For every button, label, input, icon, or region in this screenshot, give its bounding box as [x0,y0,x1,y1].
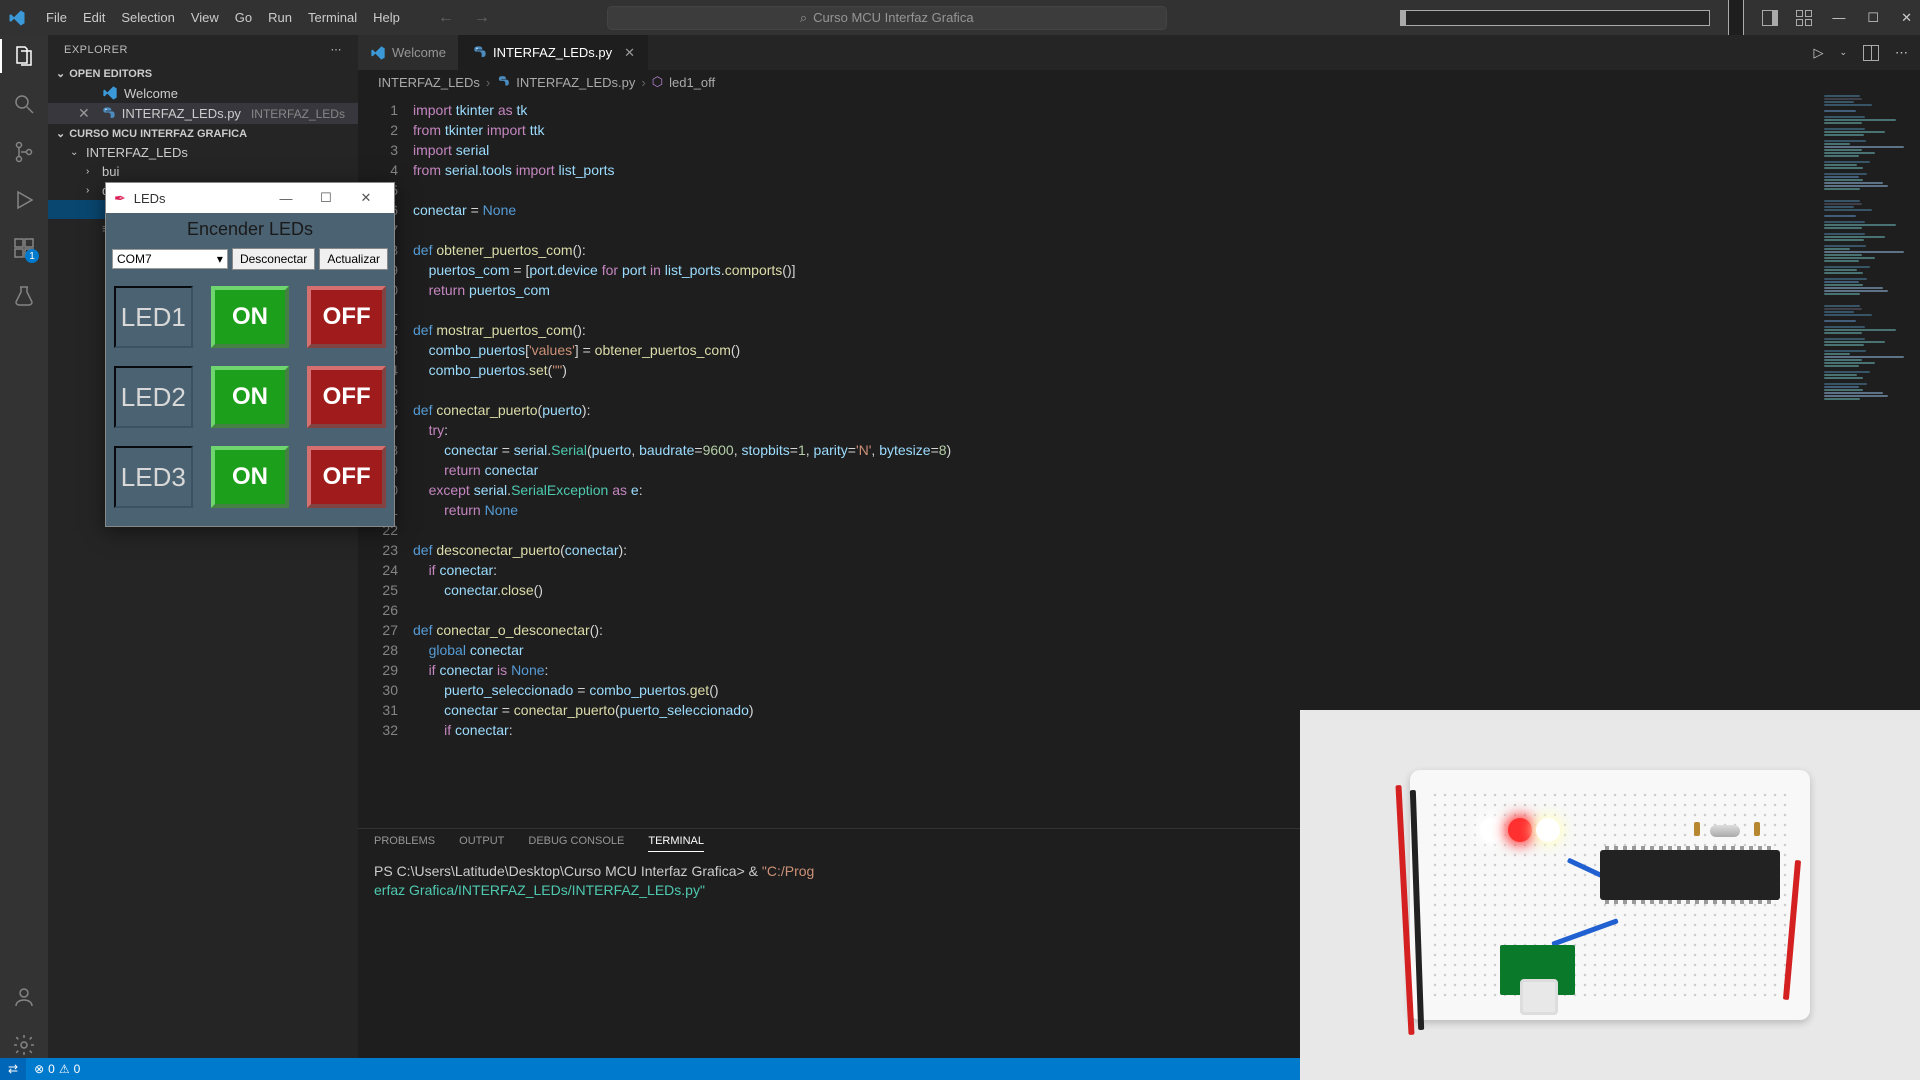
menu-terminal[interactable]: Terminal [300,6,365,29]
pic-microcontroller [1600,850,1780,900]
open-editor-file[interactable]: ✕ INTERFAZ_LEDs.py INTERFAZ_LEDs [48,103,358,124]
menu-edit[interactable]: Edit [75,6,113,29]
search-icon: ⌕ [800,10,807,26]
title-bar: File Edit Selection View Go Run Terminal… [0,0,1920,35]
symbol-icon: ⬡ [652,74,663,90]
hardware-led1 [1480,818,1504,842]
vscode-file-icon [370,45,386,61]
window-close-icon[interactable]: ✕ [1901,10,1912,26]
explorer-more-icon[interactable]: ⋯ [331,43,343,56]
status-problems[interactable]: ⊗0 ⚠0 [26,1062,88,1076]
tk-maximize-icon[interactable]: ☐ [306,190,346,206]
led2-label: LED2 [114,366,193,428]
tkinter-window[interactable]: ✒ LEDs — ☐ ✕ Encender LEDs COM7 ▾ Descon… [105,182,395,527]
testing-icon[interactable] [11,283,37,309]
vscode-file-icon [102,85,118,101]
run-debug-icon[interactable] [11,187,37,213]
toggle-primary-sidebar-icon[interactable] [1400,10,1710,26]
toggle-secondary-sidebar-icon[interactable] [1762,10,1778,26]
python-file-icon [100,106,116,122]
hardware-led3 [1536,818,1560,842]
remote-indicator[interactable]: ⇄ [0,1058,26,1080]
breadboard-camera-feed [1300,710,1920,1080]
tab-welcome[interactable]: Welcome [358,35,459,70]
customize-layout-icon[interactable] [1796,10,1812,26]
led3-on-button[interactable]: ON [211,446,290,508]
activity-bar: 1 [0,35,48,1058]
python-file-icon [471,45,487,61]
menu-view[interactable]: View [183,6,227,29]
led1-on-button[interactable]: ON [211,286,290,348]
port-combobox[interactable]: COM7 ▾ [112,249,228,269]
tkinter-titlebar[interactable]: ✒ LEDs — ☐ ✕ [106,183,394,213]
tab-interfaz-leds[interactable]: INTERFAZ_LEDs.py ✕ [459,35,648,70]
open-editors-section[interactable]: ⌄OPEN EDITORS [48,64,358,83]
run-file-icon[interactable]: ▷ [1813,45,1823,61]
search-icon[interactable] [11,91,37,117]
source-control-icon[interactable] [11,139,37,165]
panel-tab-terminal[interactable]: TERMINAL [648,835,704,852]
usb-serial-module [1500,945,1575,995]
error-icon: ⊗ [34,1062,44,1076]
breadcrumbs[interactable]: INTERFAZ_LEDs› INTERFAZ_LEDs.py› ⬡ led1_… [358,70,1920,94]
accounts-icon[interactable] [11,984,37,1010]
explorer-icon[interactable] [11,43,37,69]
tkinter-feather-icon: ✒ [114,190,126,207]
panel-tab-problems[interactable]: PROBLEMS [374,835,435,852]
folder-build[interactable]: ›bui [48,162,358,181]
led3-off-button[interactable]: OFF [307,446,386,508]
led1-off-button[interactable]: OFF [307,286,386,348]
split-editor-icon[interactable] [1863,45,1879,61]
extensions-badge: 1 [25,249,39,263]
menu-selection[interactable]: Selection [113,6,182,29]
menu-help[interactable]: Help [365,6,408,29]
disconnect-button[interactable]: Desconectar [232,248,315,270]
led1-label: LED1 [114,286,193,348]
run-dropdown-icon[interactable]: ⌄ [1839,47,1847,58]
remote-icon: ⇄ [8,1062,18,1076]
tkinter-title: LEDs [134,191,166,206]
menu-run[interactable]: Run [260,6,300,29]
command-center-search[interactable]: ⌕ Curso MCU Interfaz Grafica [607,6,1167,30]
panel-tab-debug[interactable]: DEBUG CONSOLE [528,835,624,852]
close-editor-icon[interactable]: ✕ [78,105,90,122]
window-minimize-icon[interactable]: — [1832,10,1845,26]
led2-on-button[interactable]: ON [211,366,290,428]
menu-file[interactable]: File [38,6,75,29]
extensions-icon[interactable]: 1 [11,235,37,261]
folder-interfaz-leds[interactable]: ⌄INTERFAZ_LEDs [48,143,358,162]
menu-go[interactable]: Go [227,6,260,29]
vscode-logo-icon [8,9,26,27]
led3-label: LED3 [114,446,193,508]
close-tab-icon[interactable]: ✕ [624,45,635,61]
project-section[interactable]: ⌄CURSO MCU INTERFAZ GRAFICA [48,124,358,143]
panel-tab-output[interactable]: OUTPUT [459,835,504,852]
window-maximize-icon[interactable]: ☐ [1867,10,1879,26]
python-file-icon [496,75,510,89]
combobox-arrow-icon: ▾ [217,252,223,266]
refresh-button[interactable]: Actualizar [319,248,388,270]
tkinter-heading: Encender LEDs [106,213,394,246]
led2-off-button[interactable]: OFF [307,366,386,428]
editor-tabs: Welcome INTERFAZ_LEDs.py ✕ ▷ ⌄ ⋯ [358,35,1920,70]
hardware-led2 [1508,818,1532,842]
tk-close-icon[interactable]: ✕ [346,190,386,206]
tk-minimize-icon[interactable]: — [266,191,306,206]
nav-forward-icon[interactable]: → [474,9,490,27]
explorer-title: EXPLORER [64,44,128,56]
settings-gear-icon[interactable] [11,1032,37,1058]
editor-more-icon[interactable]: ⋯ [1895,45,1908,61]
nav-back-icon[interactable]: ← [438,9,454,27]
warning-icon: ⚠ [59,1062,70,1076]
open-editor-welcome[interactable]: Welcome [48,83,358,103]
search-placeholder: Curso MCU Interfaz Grafica [813,10,973,25]
